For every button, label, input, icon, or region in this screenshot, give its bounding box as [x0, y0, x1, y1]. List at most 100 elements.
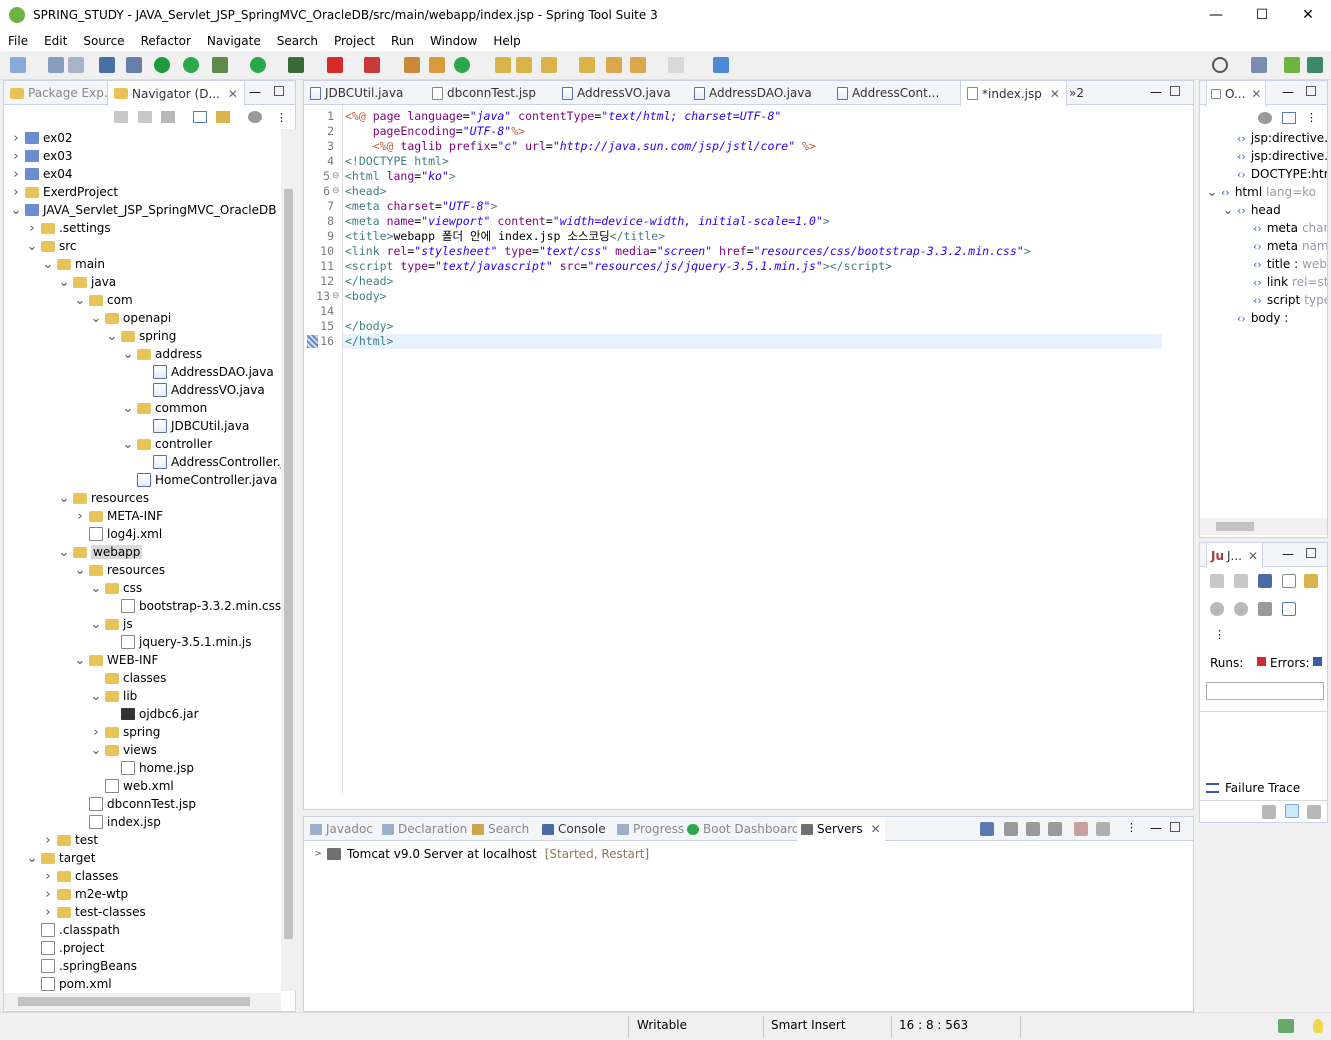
- back-nav-icon[interactable]: [114, 111, 128, 123]
- new-icon[interactable]: [10, 57, 26, 73]
- chevron-down-icon[interactable]: ⌄: [90, 617, 102, 632]
- tab-package-explorer[interactable]: Package Exp...: [10, 81, 115, 105]
- spring-perspective-icon[interactable]: [1284, 57, 1300, 73]
- pin-editor-icon[interactable]: [713, 57, 729, 73]
- tree-item[interactable]: .project: [26, 939, 104, 957]
- copy-trace-icon[interactable]: [1307, 805, 1321, 819]
- chevron-right-icon[interactable]: ›: [10, 185, 22, 200]
- editor-overflow-tabs[interactable]: »2: [1069, 81, 1084, 105]
- tree-item[interactable]: › ex04: [10, 165, 72, 183]
- menu-navigate[interactable]: Navigate: [199, 34, 269, 48]
- terminal-icon[interactable]: [99, 57, 115, 73]
- chevron-down-icon[interactable]: ⌄: [58, 275, 70, 290]
- menu-file[interactable]: File: [0, 34, 36, 48]
- last-edit-icon[interactable]: [606, 57, 622, 73]
- tree-item[interactable]: ⌄ JAVA_Servlet_JSP_SpringMVC_OracleDB: [10, 201, 277, 219]
- editor-text-area[interactable]: 1 <%@ page language="java" contentType="t…: [304, 109, 1177, 794]
- chevron-down-icon[interactable]: ⌄: [90, 743, 102, 758]
- tree-item[interactable]: › spring: [90, 723, 160, 741]
- tree-item[interactable]: › ex02: [10, 129, 72, 147]
- open-perspective-button-icon[interactable]: [1251, 57, 1267, 73]
- bottom-tab-javadoc[interactable]: Javadoc: [310, 817, 373, 841]
- outline-item[interactable]: ‹› body :: [1222, 309, 1292, 327]
- link-editor-icon[interactable]: [216, 111, 230, 123]
- outline-item[interactable]: ⌄ ‹› html lang=ko: [1206, 183, 1316, 201]
- tree-item[interactable]: log4j.xml: [74, 525, 162, 543]
- menu-search[interactable]: Search: [269, 34, 326, 48]
- chevron-right-icon[interactable]: ›: [42, 905, 54, 920]
- editor-vertical-scrollbar[interactable]: [1177, 106, 1193, 796]
- package-icon[interactable]: [429, 57, 445, 73]
- bottom-tab-search[interactable]: Search: [472, 817, 529, 841]
- bottom-tab-console[interactable]: Console: [542, 817, 606, 841]
- tree-item[interactable]: .classpath: [26, 921, 120, 939]
- debug-icon[interactable]: [212, 57, 228, 73]
- forward-icon[interactable]: [668, 57, 684, 73]
- history-icon[interactable]: [1304, 574, 1318, 588]
- tree-item[interactable]: bootstrap-3.3.2.min.css: [106, 597, 281, 615]
- rerun-icon[interactable]: [1210, 602, 1224, 616]
- chevron-right-icon[interactable]: ›: [42, 887, 54, 902]
- chevron-down-icon[interactable]: ⌄: [122, 347, 134, 362]
- chevron-down-icon[interactable]: ⌄: [10, 203, 22, 218]
- save-all-icon[interactable]: [68, 57, 84, 73]
- chevron-down-icon[interactable]: ⌄: [90, 581, 102, 596]
- tree-item[interactable]: ⌄ resources: [74, 561, 166, 579]
- filter-stack-icon[interactable]: [1285, 804, 1299, 818]
- outline-item[interactable]: ‹› meta nam: [1238, 237, 1327, 255]
- tree-item[interactable]: ⌄ controller: [122, 435, 213, 453]
- tree-item[interactable]: ⌄ resources: [58, 489, 150, 507]
- layout-icon[interactable]: [1282, 602, 1296, 616]
- view-menu-icon[interactable]: ⋮: [276, 111, 287, 125]
- chevron-right-icon[interactable]: ›: [10, 167, 22, 182]
- minimize-view-icon[interactable]: —: [1150, 821, 1162, 835]
- filter-icon[interactable]: [1258, 112, 1272, 124]
- editor-tab[interactable]: *index.jsp ✕: [960, 81, 1067, 106]
- chevron-right-icon[interactable]: ›: [10, 131, 22, 146]
- tree-item[interactable]: dbconnTest.jsp: [74, 795, 196, 813]
- chevron-down-icon[interactable]: ⌄: [58, 491, 70, 506]
- tree-item[interactable]: web.xml: [90, 777, 174, 795]
- search-toolbar-icon[interactable]: [541, 57, 557, 73]
- maximize-view-icon[interactable]: [1306, 548, 1316, 558]
- up-nav-icon[interactable]: [161, 111, 175, 123]
- tree-item[interactable]: ⌄ target: [26, 849, 96, 867]
- maximize-view-icon[interactable]: [274, 86, 284, 96]
- tree-item[interactable]: ⌄ com: [74, 291, 133, 309]
- chevron-down-icon[interactable]: ⌄: [74, 563, 86, 578]
- minimize-view-icon[interactable]: —: [1282, 85, 1294, 99]
- fold-icon[interactable]: ⊖: [332, 169, 340, 184]
- server-row[interactable]: > Tomcat v9.0 Server at localhost [Start…: [312, 845, 649, 863]
- menu-refactor[interactable]: Refactor: [133, 34, 199, 48]
- menu-project[interactable]: Project: [326, 34, 383, 48]
- tree-item[interactable]: AddressVO.java: [138, 381, 265, 399]
- tree-vertical-scrollbar[interactable]: [281, 129, 296, 991]
- bottom-tab-declaration[interactable]: Declaration: [382, 817, 467, 841]
- tree-item[interactable]: › META-INF: [74, 507, 163, 525]
- tree-item[interactable]: HomeController.java: [122, 471, 277, 489]
- tree-item[interactable]: › ExerdProject: [10, 183, 118, 201]
- outline-item[interactable]: ‹› meta char: [1238, 219, 1327, 237]
- tree-item[interactable]: › test-classes: [42, 903, 145, 921]
- editor-horizontal-scrollbar[interactable]: [342, 793, 1177, 809]
- stop-run-icon[interactable]: [1258, 602, 1272, 616]
- tree-item[interactable]: home.jsp: [106, 759, 194, 777]
- chevron-right-icon[interactable]: ›: [10, 149, 22, 164]
- chevron-down-icon[interactable]: ⌄: [74, 653, 86, 668]
- outline-item[interactable]: ‹› jsp:directive.pag: [1222, 129, 1327, 147]
- outline-hscrollbar[interactable]: [1200, 518, 1327, 535]
- menu-source[interactable]: Source: [75, 34, 132, 48]
- tree-item[interactable]: pom.xml: [26, 975, 112, 991]
- tree-item[interactable]: classes: [90, 669, 166, 687]
- tree-item[interactable]: ⌄ WEB-INF: [74, 651, 159, 669]
- new-spring-icon[interactable]: [404, 57, 420, 73]
- expand-icon[interactable]: >: [312, 849, 324, 859]
- editor-tab[interactable]: AddressVO.java: [562, 81, 671, 105]
- editor-tab[interactable]: AddressDAO.java: [694, 81, 812, 105]
- chevron-down-icon[interactable]: ⌄: [90, 311, 102, 326]
- tree-item[interactable]: ⌄ lib: [90, 687, 138, 705]
- fold-icon[interactable]: ⊖: [332, 289, 340, 304]
- scroll-lock-icon[interactable]: [1282, 574, 1296, 588]
- forward-nav-icon[interactable]: [138, 111, 152, 123]
- close-icon[interactable]: ✕: [1050, 87, 1060, 101]
